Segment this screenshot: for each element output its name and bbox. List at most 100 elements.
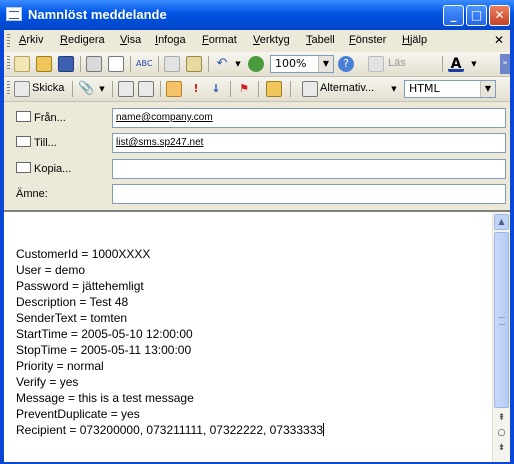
chevron-down-icon: ▼ — [318, 56, 333, 72]
to-label: Till... — [34, 137, 57, 149]
cc-label: Kopia... — [34, 163, 72, 175]
window-title: Namnlöst meddelande — [28, 7, 167, 22]
toolbar-grip[interactable] — [7, 56, 10, 70]
email-toolbar: Skicka 📎 ▼ ! ↓ ⚑ Alternativ... ▼ HTML ▼ — [4, 77, 510, 102]
maximize-button[interactable]: □ — [466, 5, 487, 26]
standard-toolbar: ABC ↶ ▼ 100% ▼ ? Läs A ▼ » — [4, 52, 510, 77]
check-names-icon[interactable] — [138, 81, 154, 97]
menu-grip[interactable] — [7, 34, 10, 48]
body-line: StopTime = 2005-05-11 13:00:00 — [16, 343, 192, 357]
read-mode-icon[interactable] — [368, 56, 384, 72]
zoom-select[interactable]: 100% ▼ — [270, 55, 334, 73]
toolbar-overflow-icon[interactable]: » — [500, 54, 510, 74]
new-icon[interactable] — [14, 56, 30, 72]
body-line: CustomerId = 1000XXXX — [16, 247, 151, 261]
cc-field[interactable] — [112, 159, 506, 179]
separator — [258, 81, 259, 97]
undo-icon[interactable]: ↶ — [214, 56, 230, 72]
send-button[interactable]: Skicka — [32, 82, 64, 94]
menu-format[interactable]: Format — [202, 34, 237, 46]
chevron-down-icon[interactable]: ▼ — [230, 56, 246, 72]
body-last-line: Recipient = 073200000, 073211111, 073222… — [16, 422, 325, 438]
chevron-down-icon[interactable]: ▼ — [466, 56, 482, 72]
from-value: name@company.com — [116, 112, 213, 123]
window-client: Arkiv Redigera Visa Infoga Format Verkty… — [4, 30, 510, 462]
cc-button[interactable]: Kopia... — [16, 162, 71, 175]
body-line: User = demo — [16, 263, 86, 277]
body-line: Description = Test 48 — [16, 295, 129, 309]
open-folder-icon[interactable] — [36, 56, 52, 72]
body-line: PreventDuplicate = yes — [16, 407, 140, 421]
from-field[interactable]: name@company.com — [112, 108, 506, 128]
to-value: list@sms.sp247.net — [116, 137, 204, 148]
separator — [130, 56, 131, 72]
print-preview-icon[interactable] — [108, 56, 124, 72]
paste-icon[interactable] — [186, 56, 202, 72]
send-icon[interactable] — [14, 81, 30, 97]
menu-fonster[interactable]: Fönster — [349, 34, 386, 46]
subject-label: Ämne: — [16, 188, 48, 200]
to-field[interactable]: list@sms.sp247.net — [112, 133, 506, 153]
menu-hjalp[interactable]: Hjälp — [402, 34, 427, 46]
scroll-thumb[interactable] — [494, 232, 509, 408]
menu-tabell[interactable]: Tabell — [306, 34, 335, 46]
separator — [208, 56, 209, 72]
menu-infoga[interactable]: Infoga — [155, 34, 186, 46]
chevron-down-icon[interactable]: ▼ — [386, 81, 402, 97]
body-line: Recipient = 073200000, 073211111, 073222… — [16, 423, 324, 437]
menu-redigera[interactable]: Redigera — [60, 34, 105, 46]
body-line: Verify = yes — [16, 375, 79, 389]
subject-field[interactable] — [112, 184, 506, 204]
menu-arkiv[interactable]: Arkiv — [19, 34, 43, 46]
font-color-icon[interactable]: A — [448, 56, 464, 72]
title-bar[interactable]: Namnlöst meddelande _ □ ✕ — [0, 0, 514, 30]
high-importance-icon[interactable]: ! — [188, 81, 204, 97]
message-format-select[interactable]: HTML ▼ — [404, 80, 496, 98]
attach-icon[interactable]: 📎 — [78, 81, 94, 97]
copy-icon[interactable] — [164, 56, 180, 72]
separator — [158, 56, 159, 72]
message-body-text[interactable]: CustomerId = 1000XXXX User = demo Passwo… — [16, 246, 325, 438]
close-button[interactable]: ✕ — [489, 5, 510, 26]
address-book-icon — [16, 111, 31, 122]
separator — [160, 81, 161, 97]
options-icon[interactable] — [302, 81, 318, 97]
menu-visa[interactable]: Visa — [120, 34, 141, 46]
separator — [72, 81, 73, 97]
menu-verktyg[interactable]: Verktyg — [253, 34, 290, 46]
next-object-icon[interactable]: ⇟ — [496, 442, 507, 455]
menu-bar: Arkiv Redigera Visa Infoga Format Verkty… — [4, 30, 510, 53]
spelling-icon[interactable]: ABC — [136, 56, 152, 72]
chevron-down-icon[interactable]: ▼ — [94, 81, 110, 97]
read-mode-label[interactable]: Läs — [388, 57, 406, 69]
address-book-icon — [16, 162, 31, 173]
envelope-options-icon[interactable] — [266, 81, 282, 97]
from-button[interactable]: Från... — [16, 111, 66, 124]
vertical-scrollbar[interactable]: ▲ ⇞ ○ ⇟ — [492, 212, 510, 462]
body-line: Priority = normal — [16, 359, 104, 373]
message-body[interactable]: CustomerId = 1000XXXX User = demo Passwo… — [4, 210, 510, 462]
low-importance-icon[interactable]: ↓ — [208, 81, 224, 97]
flag-icon[interactable]: ⚑ — [236, 81, 252, 97]
browse-object-icon[interactable]: ○ — [496, 427, 507, 440]
print-icon[interactable] — [86, 56, 102, 72]
scroll-up-button[interactable]: ▲ — [494, 214, 509, 230]
hyperlink-icon[interactable] — [248, 56, 264, 72]
address-book-icon[interactable] — [118, 81, 134, 97]
chevron-down-icon: ▼ — [480, 81, 495, 97]
toolbar-grip[interactable] — [7, 81, 10, 95]
minimize-button[interactable]: _ — [443, 5, 464, 26]
previous-object-icon[interactable]: ⇞ — [496, 412, 507, 425]
body-line: StartTime = 2005-05-10 12:00:00 — [16, 327, 193, 341]
save-icon[interactable] — [58, 56, 74, 72]
options-button[interactable]: Alternativ... — [320, 82, 374, 94]
separator — [290, 81, 291, 97]
separator — [230, 81, 231, 97]
message-format-value: HTML — [409, 82, 440, 95]
body-line: SenderText = tomten — [16, 311, 128, 325]
envelope-icon[interactable] — [166, 81, 182, 97]
message-icon — [6, 7, 22, 21]
to-button[interactable]: Till... — [16, 136, 57, 149]
help-icon[interactable]: ? — [338, 56, 354, 72]
menu-close-button[interactable]: ✕ — [494, 33, 504, 47]
